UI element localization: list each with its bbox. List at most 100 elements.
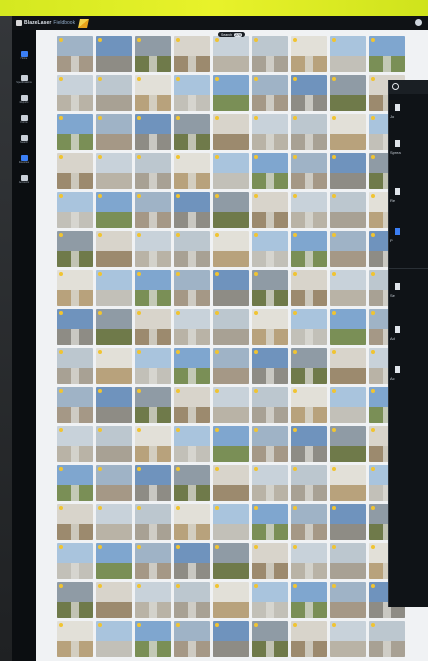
photo-thumbnail[interactable]: [213, 75, 249, 111]
photo-thumbnail[interactable]: [96, 309, 132, 345]
photo-thumbnail[interactable]: [174, 231, 210, 267]
photo-thumbnail[interactable]: [57, 543, 93, 579]
side-panel-item[interactable]: Se: [389, 275, 428, 313]
sidebar-item-accounts[interactable]: Accounts: [12, 170, 36, 190]
photo-thumbnail[interactable]: [213, 36, 249, 72]
photo-thumbnail[interactable]: [291, 621, 327, 657]
photo-thumbnail[interactable]: [213, 153, 249, 189]
photo-thumbnail[interactable]: [291, 348, 327, 384]
photo-thumbnail[interactable]: [135, 582, 171, 618]
photo-thumbnail[interactable]: [174, 387, 210, 423]
side-panel-item[interactable]: Ad: [389, 318, 428, 356]
side-panel-item[interactable]: Sprea: [389, 132, 428, 170]
photo-thumbnail[interactable]: [369, 621, 405, 657]
photo-thumbnail[interactable]: [252, 231, 288, 267]
photo-thumbnail[interactable]: [291, 309, 327, 345]
photo-thumbnail[interactable]: [252, 504, 288, 540]
photo-thumbnail[interactable]: [174, 270, 210, 306]
photo-thumbnail[interactable]: [330, 582, 366, 618]
photo-thumbnail[interactable]: [96, 504, 132, 540]
photo-thumbnail[interactable]: [213, 309, 249, 345]
photo-thumbnail[interactable]: [213, 270, 249, 306]
photo-thumbnail[interactable]: [57, 465, 93, 501]
sidebar-item-favorites[interactable]: Favorites: [12, 150, 36, 170]
photo-thumbnail[interactable]: [96, 348, 132, 384]
photo-thumbnail[interactable]: [96, 543, 132, 579]
photo-thumbnail[interactable]: [57, 231, 93, 267]
photo-thumbnail[interactable]: [213, 504, 249, 540]
photo-thumbnail[interactable]: [174, 582, 210, 618]
photo-thumbnail[interactable]: [135, 36, 171, 72]
photo-thumbnail[interactable]: [330, 387, 366, 423]
circle-icon[interactable]: [392, 83, 399, 90]
photo-thumbnail[interactable]: [291, 543, 327, 579]
photo-thumbnail[interactable]: [174, 114, 210, 150]
photo-thumbnail[interactable]: [330, 231, 366, 267]
photo-thumbnail[interactable]: [369, 36, 405, 72]
photo-thumbnail[interactable]: [291, 75, 327, 111]
sidebar-item-specifications[interactable]: Specifications: [12, 70, 36, 90]
side-panel-item[interactable]: Re: [389, 180, 428, 218]
photo-thumbnail[interactable]: [135, 348, 171, 384]
photo-thumbnail[interactable]: [57, 192, 93, 228]
photo-thumbnail[interactable]: [96, 153, 132, 189]
photo-thumbnail[interactable]: [213, 387, 249, 423]
photo-thumbnail[interactable]: [135, 270, 171, 306]
photo-thumbnail[interactable]: [57, 426, 93, 462]
side-panel-item[interactable]: P: [389, 220, 428, 258]
photo-thumbnail[interactable]: [174, 348, 210, 384]
photo-thumbnail[interactable]: [252, 582, 288, 618]
photo-thumbnail[interactable]: [252, 153, 288, 189]
photo-thumbnail[interactable]: [330, 75, 366, 111]
photo-thumbnail[interactable]: [174, 543, 210, 579]
photo-thumbnail[interactable]: [174, 504, 210, 540]
photo-thumbnail[interactable]: [330, 621, 366, 657]
photo-thumbnail[interactable]: [213, 582, 249, 618]
photo-thumbnail[interactable]: [252, 75, 288, 111]
photo-thumbnail[interactable]: [174, 465, 210, 501]
photo-thumbnail[interactable]: [330, 270, 366, 306]
search-pill[interactable]: Search 270: [218, 32, 245, 37]
photo-thumbnail[interactable]: [96, 192, 132, 228]
photo-thumbnail[interactable]: [96, 75, 132, 111]
photo-thumbnail[interactable]: [135, 231, 171, 267]
photo-thumbnail[interactable]: [330, 348, 366, 384]
photo-thumbnail[interactable]: [57, 582, 93, 618]
photo-thumbnail[interactable]: [96, 582, 132, 618]
photo-thumbnail[interactable]: [135, 309, 171, 345]
photo-thumbnail[interactable]: [57, 621, 93, 657]
photo-thumbnail[interactable]: [291, 426, 327, 462]
photo-thumbnail[interactable]: [213, 348, 249, 384]
photo-thumbnail[interactable]: [330, 114, 366, 150]
photo-thumbnail[interactable]: [174, 153, 210, 189]
photo-thumbnail[interactable]: [135, 114, 171, 150]
photo-thumbnail[interactable]: [57, 114, 93, 150]
photo-thumbnail[interactable]: [330, 465, 366, 501]
sidebar-item-forms[interactable]: Forms: [12, 110, 36, 130]
photo-thumbnail[interactable]: [96, 387, 132, 423]
photo-thumbnail[interactable]: [252, 621, 288, 657]
sidebar-item-reports[interactable]: Reports: [12, 90, 36, 110]
photo-thumbnail[interactable]: [174, 309, 210, 345]
photo-thumbnail[interactable]: [330, 192, 366, 228]
side-panel-item[interactable]: Ac: [389, 358, 428, 396]
photo-thumbnail[interactable]: [330, 153, 366, 189]
photo-thumbnail[interactable]: [174, 75, 210, 111]
photo-thumbnail[interactable]: [96, 426, 132, 462]
photo-thumbnail[interactable]: [57, 387, 93, 423]
photo-thumbnail[interactable]: [252, 309, 288, 345]
photo-thumbnail[interactable]: [174, 621, 210, 657]
photo-thumbnail[interactable]: [252, 426, 288, 462]
photo-thumbnail[interactable]: [57, 36, 93, 72]
photo-thumbnail[interactable]: [174, 192, 210, 228]
photo-thumbnail[interactable]: [330, 543, 366, 579]
photo-thumbnail[interactable]: [135, 387, 171, 423]
photo-thumbnail[interactable]: [135, 426, 171, 462]
photo-thumbnail[interactable]: [213, 231, 249, 267]
photo-thumbnail[interactable]: [57, 504, 93, 540]
photo-thumbnail[interactable]: [135, 543, 171, 579]
photo-thumbnail[interactable]: [174, 36, 210, 72]
photo-thumbnail[interactable]: [213, 465, 249, 501]
photo-thumbnail[interactable]: [291, 270, 327, 306]
photo-thumbnail[interactable]: [135, 465, 171, 501]
